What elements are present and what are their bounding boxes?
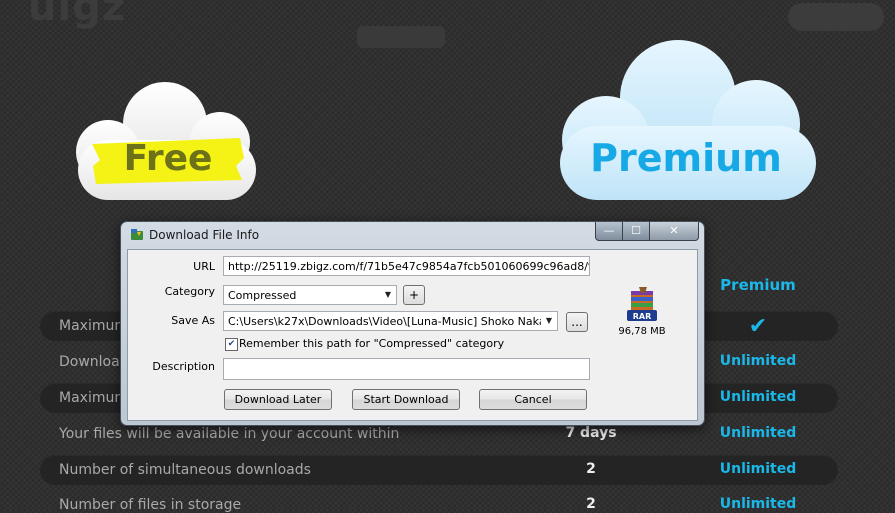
row-premium-value: Unlimited [719,496,797,512]
row-premium-value: Unlimited [719,425,797,441]
start-download-button[interactable]: Start Download [352,389,460,410]
row-free-value: 2 [586,496,596,512]
premium-plan-label: Premium [590,136,782,180]
check-icon: ✔ [748,314,768,339]
top-nav-button[interactable] [357,26,445,48]
row-label: Number of simultaneous downloads [59,462,311,478]
chevron-down-icon: ▼ [384,290,392,299]
browse-button[interactable]: ... [566,312,588,332]
category-label: Category [164,285,215,298]
add-category-button[interactable]: + [403,285,425,305]
rar-icon-text: RAR [633,312,652,321]
download-file-info-dialog: Download File Info — ☐ ✕ URL http://2511… [120,221,705,426]
top-right-button[interactable] [788,3,884,31]
row-label: Maximum [59,318,128,334]
url-field[interactable]: http://25119.zbigz.com/f/71b5e47c9854a7f… [223,256,590,276]
description-field[interactable] [223,358,590,380]
category-select-value: Compressed [228,289,297,302]
category-select[interactable]: Compressed ▼ [223,285,397,305]
remember-path-checkbox[interactable]: ✔ [225,338,238,351]
row-free-value: 2 [586,461,596,477]
download-later-button[interactable]: Download Later [224,389,332,410]
row-premium-value: Unlimited [719,353,797,369]
remember-path-label: Remember this path for "Compressed" cate… [239,337,505,350]
site-logo[interactable]: uigz [28,0,126,30]
idm-app-icon [131,229,143,240]
row-label: Download [59,354,129,370]
save-as-path: C:\Users\k27x\Downloads\Video\[Luna-Musi… [228,315,558,328]
row-free-value: 7 days [565,425,617,441]
save-as-label: Save As [171,314,215,327]
close-button[interactable]: ✕ [649,222,699,241]
rar-archive-icon: RAR [627,287,657,321]
row-label: Maximum [59,390,128,406]
dialog-title: Download File Info [149,228,260,242]
file-size-label: 96,78 MB [618,326,666,337]
minimize-button[interactable]: — [595,222,623,241]
row-premium-value: Unlimited [719,389,797,405]
row-label: Number of files in storage [59,497,242,513]
free-plan-label: Free [123,138,213,179]
cancel-button[interactable]: Cancel [479,389,587,410]
save-as-select[interactable]: C:\Users\k27x\Downloads\Video\[Luna-Musi… [223,311,558,331]
row-label: Your files will be available in your acc… [59,426,400,442]
row-premium-value: Unlimited [719,461,797,477]
url-label: URL [193,260,215,273]
maximize-button[interactable]: ☐ [622,222,650,241]
description-label: Description [152,360,215,373]
premium-column-header: Premium [720,276,796,294]
chevron-down-icon: ▼ [541,312,557,330]
